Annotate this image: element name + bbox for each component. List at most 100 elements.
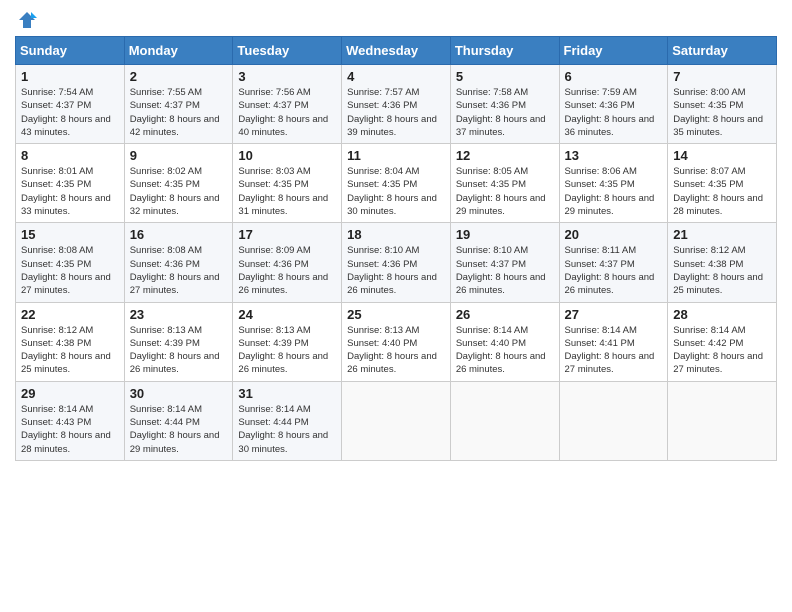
day-number: 17 <box>238 227 336 242</box>
calendar-cell <box>450 381 559 460</box>
day-info: Sunrise: 8:01 AMSunset: 4:35 PMDaylight:… <box>21 165 119 218</box>
calendar-cell <box>342 381 451 460</box>
header <box>15 10 777 30</box>
calendar-cell: 30 Sunrise: 8:14 AMSunset: 4:44 PMDayligh… <box>124 381 233 460</box>
calendar-cell: 26Sunrise: 8:14 AMSunset: 4:40 PMDayligh… <box>450 302 559 381</box>
calendar-cell: 28 Sunrise: 8:14 AMSunset: 4:42 PMDayligh… <box>668 302 777 381</box>
day-number: 18 <box>347 227 445 242</box>
day-info: Sunrise: 8:07 AMSunset: 4:35 PMDaylight:… <box>673 165 771 218</box>
day-info: Sunrise: 8:09 AMSunset: 4:36 PMDaylight:… <box>238 244 336 297</box>
day-number: 16 <box>130 227 228 242</box>
calendar-cell: 17 Sunrise: 8:09 AMSunset: 4:36 PMDayligh… <box>233 223 342 302</box>
day-header-thursday: Thursday <box>450 37 559 65</box>
calendar-cell: 29 Sunrise: 8:14 AMSunset: 4:43 PMDayligh… <box>16 381 125 460</box>
day-info: Sunrise: 8:02 AMSunset: 4:35 PMDaylight:… <box>130 165 228 218</box>
day-number: 21 <box>673 227 771 242</box>
day-number: 30 <box>130 386 228 401</box>
day-number: 15 <box>21 227 119 242</box>
calendar-cell: 12Sunrise: 8:05 AMSunset: 4:35 PMDayligh… <box>450 144 559 223</box>
day-info: Sunrise: 8:14 AMSunset: 4:43 PMDaylight:… <box>21 403 119 456</box>
day-info: Sunrise: 8:10 AMSunset: 4:36 PMDaylight:… <box>347 244 445 297</box>
day-info: Sunrise: 8:12 AMSunset: 4:38 PMDaylight:… <box>673 244 771 297</box>
day-header-monday: Monday <box>124 37 233 65</box>
page: SundayMondayTuesdayWednesdayThursdayFrid… <box>0 0 792 612</box>
day-info: Sunrise: 8:13 AMSunset: 4:39 PMDaylight:… <box>130 324 228 377</box>
day-info: Sunrise: 8:08 AMSunset: 4:35 PMDaylight:… <box>21 244 119 297</box>
day-info: Sunrise: 8:14 AMSunset: 4:41 PMDaylight:… <box>565 324 663 377</box>
calendar-cell <box>668 381 777 460</box>
calendar-cell: 6Sunrise: 7:59 AMSunset: 4:36 PMDaylight… <box>559 65 668 144</box>
week-row-5: 29 Sunrise: 8:14 AMSunset: 4:43 PMDayligh… <box>16 381 777 460</box>
calendar-cell: 15 Sunrise: 8:08 AMSunset: 4:35 PMDayligh… <box>16 223 125 302</box>
day-info: Sunrise: 8:14 AMSunset: 4:40 PMDaylight:… <box>456 324 554 377</box>
day-info: Sunrise: 8:03 AMSunset: 4:35 PMDaylight:… <box>238 165 336 218</box>
calendar-cell: 13 Sunrise: 8:06 AMSunset: 4:35 PMDayligh… <box>559 144 668 223</box>
day-number: 20 <box>565 227 663 242</box>
day-number: 19 <box>456 227 554 242</box>
day-number: 1 <box>21 69 119 84</box>
calendar-cell: 9 Sunrise: 8:02 AMSunset: 4:35 PMDaylight… <box>124 144 233 223</box>
day-info: Sunrise: 7:56 AMSunset: 4:37 PMDaylight:… <box>238 86 336 139</box>
calendar-cell: 1Sunrise: 7:54 AMSunset: 4:37 PMDaylight… <box>16 65 125 144</box>
day-number: 11 <box>347 148 445 163</box>
calendar-cell: 7Sunrise: 8:00 AMSunset: 4:35 PMDaylight… <box>668 65 777 144</box>
week-row-3: 15 Sunrise: 8:08 AMSunset: 4:35 PMDayligh… <box>16 223 777 302</box>
day-info: Sunrise: 8:14 AMSunset: 4:42 PMDaylight:… <box>673 324 771 377</box>
calendar-cell: 22 Sunrise: 8:12 AMSunset: 4:38 PMDayligh… <box>16 302 125 381</box>
day-number: 5 <box>456 69 554 84</box>
calendar-cell: 2Sunrise: 7:55 AMSunset: 4:37 PMDaylight… <box>124 65 233 144</box>
day-number: 28 <box>673 307 771 322</box>
calendar-cell: 3 Sunrise: 7:56 AMSunset: 4:37 PMDaylight… <box>233 65 342 144</box>
day-number: 23 <box>130 307 228 322</box>
day-number: 7 <box>673 69 771 84</box>
day-info: Sunrise: 8:04 AMSunset: 4:35 PMDaylight:… <box>347 165 445 218</box>
logo-icon <box>17 10 37 30</box>
day-info: Sunrise: 8:05 AMSunset: 4:35 PMDaylight:… <box>456 165 554 218</box>
day-info: Sunrise: 8:10 AMSunset: 4:37 PMDaylight:… <box>456 244 554 297</box>
day-number: 29 <box>21 386 119 401</box>
week-row-1: 1Sunrise: 7:54 AMSunset: 4:37 PMDaylight… <box>16 65 777 144</box>
calendar-cell: 31 Sunrise: 8:14 AMSunset: 4:44 PMDayligh… <box>233 381 342 460</box>
day-header-saturday: Saturday <box>668 37 777 65</box>
day-number: 13 <box>565 148 663 163</box>
day-info: Sunrise: 8:08 AMSunset: 4:36 PMDaylight:… <box>130 244 228 297</box>
day-number: 10 <box>238 148 336 163</box>
day-info: Sunrise: 8:14 AMSunset: 4:44 PMDaylight:… <box>238 403 336 456</box>
day-number: 27 <box>565 307 663 322</box>
calendar-cell: 11 Sunrise: 8:04 AMSunset: 4:35 PMDayligh… <box>342 144 451 223</box>
day-number: 3 <box>238 69 336 84</box>
day-info: Sunrise: 7:57 AMSunset: 4:36 PMDaylight:… <box>347 86 445 139</box>
calendar-cell: 5 Sunrise: 7:58 AMSunset: 4:36 PMDaylight… <box>450 65 559 144</box>
calendar-cell: 21 Sunrise: 8:12 AMSunset: 4:38 PMDayligh… <box>668 223 777 302</box>
week-row-2: 8 Sunrise: 8:01 AMSunset: 4:35 PMDaylight… <box>16 144 777 223</box>
day-number: 9 <box>130 148 228 163</box>
logo <box>15 10 37 30</box>
day-number: 8 <box>21 148 119 163</box>
day-info: Sunrise: 8:14 AMSunset: 4:44 PMDaylight:… <box>130 403 228 456</box>
day-info: Sunrise: 7:59 AMSunset: 4:36 PMDaylight:… <box>565 86 663 139</box>
calendar-cell: 8 Sunrise: 8:01 AMSunset: 4:35 PMDaylight… <box>16 144 125 223</box>
calendar-cell: 27 Sunrise: 8:14 AMSunset: 4:41 PMDayligh… <box>559 302 668 381</box>
calendar-cell: 20Sunrise: 8:11 AMSunset: 4:37 PMDayligh… <box>559 223 668 302</box>
day-info: Sunrise: 8:06 AMSunset: 4:35 PMDaylight:… <box>565 165 663 218</box>
day-info: Sunrise: 7:55 AMSunset: 4:37 PMDaylight:… <box>130 86 228 139</box>
day-number: 22 <box>21 307 119 322</box>
calendar-cell: 16 Sunrise: 8:08 AMSunset: 4:36 PMDayligh… <box>124 223 233 302</box>
day-number: 4 <box>347 69 445 84</box>
day-number: 31 <box>238 386 336 401</box>
day-header-tuesday: Tuesday <box>233 37 342 65</box>
day-header-friday: Friday <box>559 37 668 65</box>
calendar-cell: 19 Sunrise: 8:10 AMSunset: 4:37 PMDayligh… <box>450 223 559 302</box>
calendar-cell: 24Sunrise: 8:13 AMSunset: 4:39 PMDayligh… <box>233 302 342 381</box>
calendar-cell: 23 Sunrise: 8:13 AMSunset: 4:39 PMDayligh… <box>124 302 233 381</box>
calendar-cell: 14 Sunrise: 8:07 AMSunset: 4:35 PMDayligh… <box>668 144 777 223</box>
day-number: 14 <box>673 148 771 163</box>
calendar-header-row: SundayMondayTuesdayWednesdayThursdayFrid… <box>16 37 777 65</box>
day-header-sunday: Sunday <box>16 37 125 65</box>
day-info: Sunrise: 8:13 AMSunset: 4:39 PMDaylight:… <box>238 324 336 377</box>
day-info: Sunrise: 7:58 AMSunset: 4:36 PMDaylight:… <box>456 86 554 139</box>
day-info: Sunrise: 8:12 AMSunset: 4:38 PMDaylight:… <box>21 324 119 377</box>
day-number: 25 <box>347 307 445 322</box>
week-row-4: 22 Sunrise: 8:12 AMSunset: 4:38 PMDayligh… <box>16 302 777 381</box>
calendar-cell <box>559 381 668 460</box>
